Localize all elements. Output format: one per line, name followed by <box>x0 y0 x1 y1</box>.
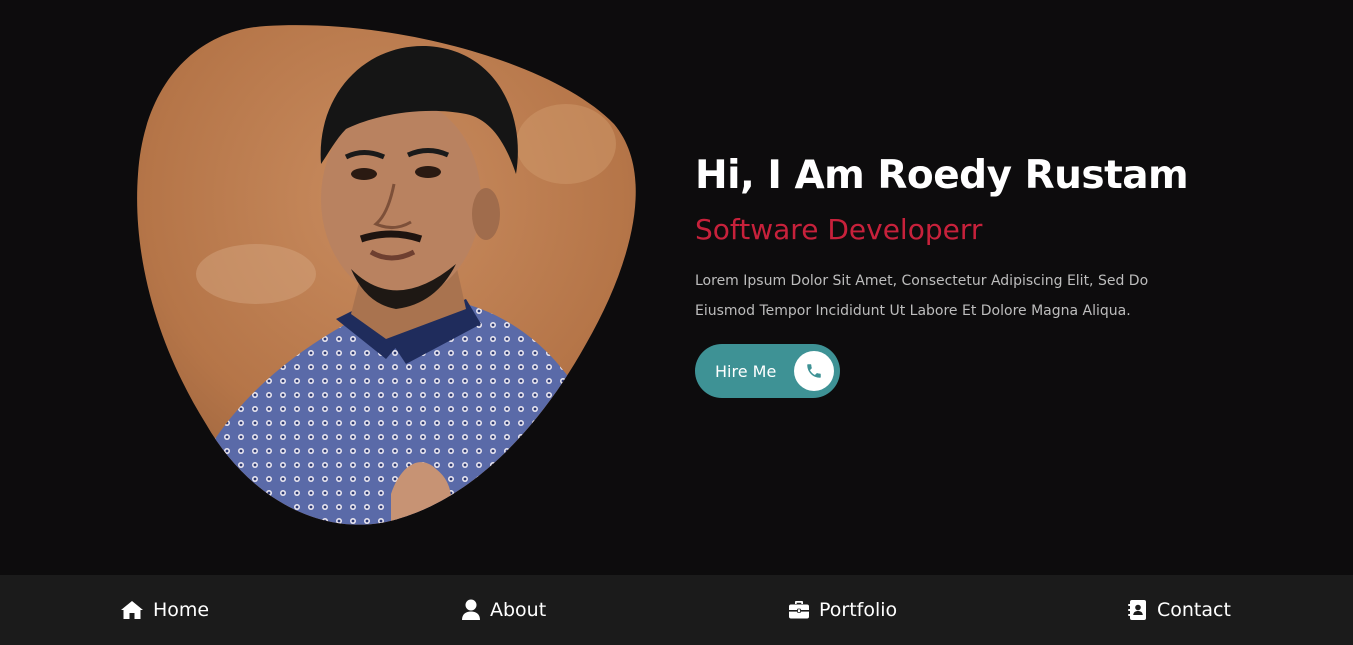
bottom-nav: Home About Portfolio Contact <box>0 575 1353 645</box>
description: Lorem Ipsum Dolor Sit Amet, Consectetur … <box>695 266 1195 326</box>
intro: Hi, I Am Roedy Rustam Software Developer… <box>695 150 1255 398</box>
home-icon <box>120 600 144 620</box>
profile-photo <box>136 24 638 526</box>
user-icon <box>461 599 481 621</box>
nav-item-contact-label: Contact <box>1157 599 1231 621</box>
page: Hi, I Am Roedy Rustam Software Developer… <box>0 0 1353 645</box>
nav-item-home-label: Home <box>153 599 210 621</box>
description-line-1: Lorem Ipsum Dolor Sit Amet, Consectetur … <box>695 273 1149 289</box>
nav-item-about[interactable]: About <box>461 575 546 645</box>
address-book-icon <box>1128 599 1148 621</box>
hire-me-button[interactable]: Hire Me <box>695 344 841 398</box>
hero-section: Hi, I Am Roedy Rustam Software Developer… <box>0 0 1353 575</box>
nav-item-contact[interactable]: Contact <box>1128 575 1231 645</box>
nav-item-portfolio[interactable]: Portfolio <box>788 575 897 645</box>
description-line-2: Eiusmod Tempor Incididunt Ut Labore Et D… <box>695 303 1131 319</box>
role-subtitle: Software Developerr <box>695 213 983 246</box>
briefcase-icon <box>788 600 810 620</box>
nav-item-portfolio-label: Portfolio <box>819 599 898 621</box>
phone-icon <box>794 351 835 391</box>
page-title: Hi, I Am Roedy Rustam <box>695 153 1189 198</box>
nav-item-home[interactable]: Home <box>120 575 209 645</box>
hire-me-label: Hire Me <box>715 361 777 381</box>
nav-item-about-label: About <box>490 599 547 621</box>
